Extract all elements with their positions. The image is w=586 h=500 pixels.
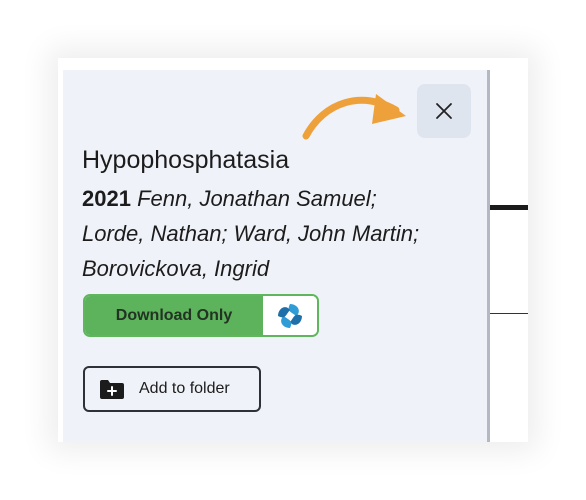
- swirl-logo-icon: [278, 303, 302, 328]
- download-button-group: Download Only: [83, 294, 319, 337]
- citation-meta: 2021 Fenn, Jonathan Samuel; Lorde, Natha…: [82, 181, 427, 286]
- close-icon: [436, 103, 452, 119]
- article-title: Hypophosphatasia: [82, 146, 290, 174]
- add-to-folder-button[interactable]: Add to folder: [83, 366, 261, 412]
- author-list: Fenn, Jonathan Samuel; Lorde, Nathan; Wa…: [82, 186, 420, 281]
- folder-plus-icon: [100, 380, 124, 399]
- background-divider-thick: [490, 205, 528, 210]
- publication-year: 2021: [82, 186, 131, 211]
- citation-panel: Hypophosphatasia 2021 Fenn, Jonathan Sam…: [63, 70, 490, 442]
- add-to-folder-label: Add to folder: [139, 380, 230, 397]
- swirl-logo-button[interactable]: [263, 296, 317, 335]
- background-divider-thin: [490, 313, 528, 314]
- download-only-button[interactable]: Download Only: [85, 296, 263, 335]
- pointer-arrow-icon: [302, 94, 406, 140]
- close-button[interactable]: [417, 84, 471, 138]
